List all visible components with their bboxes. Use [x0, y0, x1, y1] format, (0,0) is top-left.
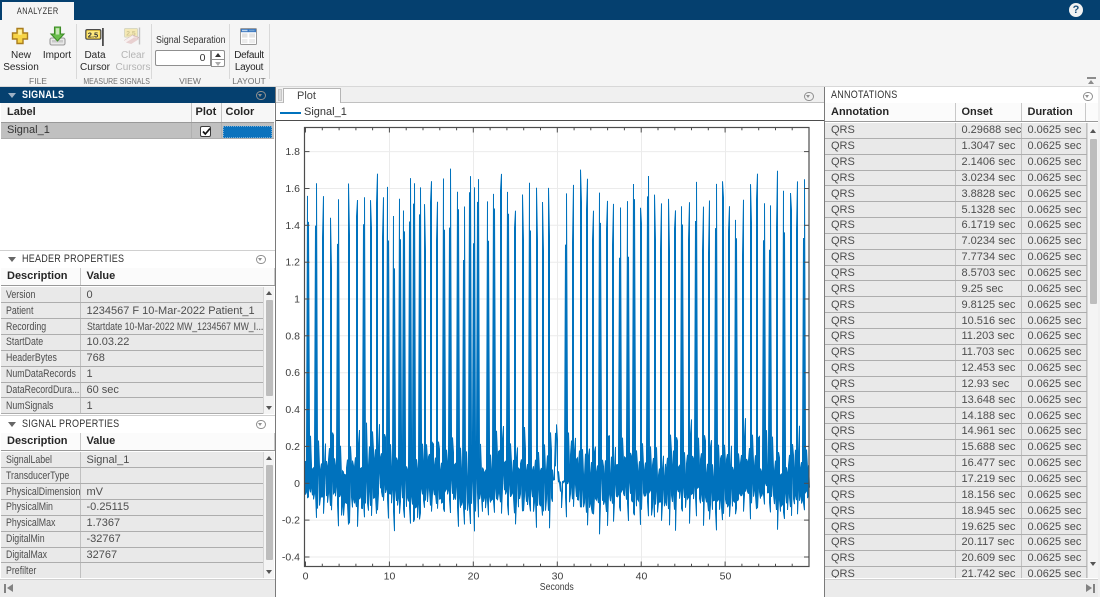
svg-text:1.8: 1.8 [285, 146, 300, 158]
svg-text:1.6: 1.6 [285, 183, 300, 195]
svg-text:1.2: 1.2 [285, 257, 300, 269]
svg-text:-0.4: -0.4 [282, 552, 300, 564]
svg-text:0.2: 0.2 [285, 441, 300, 453]
svg-text:20: 20 [468, 571, 480, 583]
svg-text:0.4: 0.4 [285, 404, 300, 416]
svg-text:1.4: 1.4 [285, 220, 300, 232]
svg-text:40: 40 [636, 571, 648, 583]
svg-text:50: 50 [720, 571, 732, 583]
svg-text:0.6: 0.6 [285, 367, 300, 379]
svg-text:10: 10 [384, 571, 396, 583]
svg-text:0: 0 [303, 571, 309, 583]
svg-text:2.5: 2.5 [88, 30, 98, 39]
svg-text:-0.2: -0.2 [282, 515, 300, 527]
svg-text:0.8: 0.8 [285, 330, 300, 342]
svg-text:Seconds: Seconds [540, 581, 574, 593]
svg-text:1: 1 [294, 294, 300, 306]
svg-text:0: 0 [294, 478, 300, 490]
